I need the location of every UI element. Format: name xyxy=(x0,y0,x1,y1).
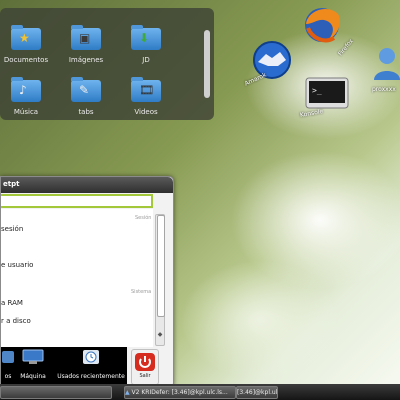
background-bloom xyxy=(180,260,340,380)
folder-imagenes[interactable]: ▣ Imágenes xyxy=(56,25,116,64)
scroll-down-arrow-icon[interactable]: ◆ xyxy=(156,331,164,338)
music-note-emblem-icon: ♪ xyxy=(19,83,27,97)
folder-documents-icon: ★ xyxy=(11,25,41,50)
task-button-label: V2 KRIDefer: [3.46]@kpl.ulc.ls... xyxy=(131,389,228,396)
folder-view-widget: ★ Documentos ▣ Imágenes ⬇ JD ♪ Música ✎ … xyxy=(0,8,214,120)
folder-musica[interactable]: ♪ Música xyxy=(0,77,56,116)
task-button[interactable]: [3.46]@kpl.ulc.ls xyxy=(236,386,278,399)
folder-label: Videos xyxy=(134,108,158,116)
svg-text:>_: >_ xyxy=(312,86,322,95)
task-button[interactable] xyxy=(0,386,112,399)
tab-machine[interactable]: Máquina xyxy=(15,349,51,380)
list-item-suspend-ram[interactable]: a RAM xyxy=(1,299,23,307)
window-icon: ▲ xyxy=(125,389,130,396)
tab-recently-used[interactable]: Usados recientemente xyxy=(57,349,125,380)
folder-label: Documentos xyxy=(3,56,49,64)
recent-clock-icon xyxy=(83,350,99,364)
taskbar: ▲ V2 KRIDefer: [3.46]@kpl.ulc.ls... [3.4… xyxy=(0,384,400,400)
folder-videos[interactable]: 🎞 Videos xyxy=(116,77,176,116)
folder-images-icon: ▣ xyxy=(71,25,101,50)
power-icon xyxy=(135,353,155,371)
film-emblem-icon: 🎞 xyxy=(139,83,155,97)
download-emblem-icon: ⬇ xyxy=(139,31,150,45)
folder-label: JD xyxy=(142,56,150,64)
section-title-sistema: Sistema xyxy=(131,289,152,295)
folder-label: Imágenes xyxy=(68,56,104,64)
scrollbar-thumb[interactable] xyxy=(157,215,165,317)
folder-label: tabs xyxy=(78,108,94,116)
user-home-icon xyxy=(374,48,400,80)
computer-icon xyxy=(22,349,44,364)
konsole-icon: >_ xyxy=(305,77,349,109)
launcher-scrollbar[interactable]: ◆ xyxy=(155,214,165,346)
tab-label: Usados recientemente xyxy=(57,373,125,380)
launcher-username: etpt xyxy=(3,180,20,188)
firefox-icon xyxy=(305,8,340,43)
folder-view-scrollbar[interactable] xyxy=(204,30,210,98)
star-emblem-icon: ★ xyxy=(19,31,30,45)
firefox-launcher[interactable] xyxy=(298,4,348,50)
list-item-switch-user[interactable]: e usuario xyxy=(1,261,33,269)
launcher-list: Sesión sesión e usuario Sistema a RAM r … xyxy=(1,209,153,347)
user-home-launcher[interactable] xyxy=(372,46,400,86)
folder-documentos[interactable]: ★ Documentos xyxy=(0,25,56,64)
launcher-tabbar: os Máquina Usados recientemente xyxy=(1,347,127,385)
pencil-emblem-icon: ✎ xyxy=(79,83,90,97)
folder-jd-icon: ⬇ xyxy=(131,25,161,50)
logout-button[interactable]: Salir xyxy=(131,349,159,385)
folder-videos-icon: 🎞 xyxy=(131,77,161,102)
user-home-label: proxxxx xyxy=(372,86,396,93)
task-button[interactable]: ▲ V2 KRIDefer: [3.46]@kpl.ulc.ls... xyxy=(124,386,236,399)
section-title-sesion: Sesión xyxy=(135,215,152,221)
folder-jd[interactable]: ⬇ JD xyxy=(116,25,176,64)
picture-emblem-icon: ▣ xyxy=(79,31,91,45)
list-item-lock-session[interactable]: sesión xyxy=(1,225,23,233)
folder-tabs-icon: ✎ xyxy=(71,77,101,102)
launcher-header: etpt xyxy=(1,177,173,193)
logout-label: Salir xyxy=(139,373,151,379)
folder-label: Música xyxy=(13,108,39,116)
launcher-search-input[interactable] xyxy=(1,194,153,208)
application-launcher: etpt Sesión sesión e usuario Sistema a R… xyxy=(0,176,174,388)
list-item-suspend-disk[interactable]: r a disco xyxy=(1,317,31,325)
tab-label: Máquina xyxy=(20,373,46,380)
folder-tabs[interactable]: ✎ tabs xyxy=(56,77,116,116)
folder-music-icon: ♪ xyxy=(11,77,41,102)
